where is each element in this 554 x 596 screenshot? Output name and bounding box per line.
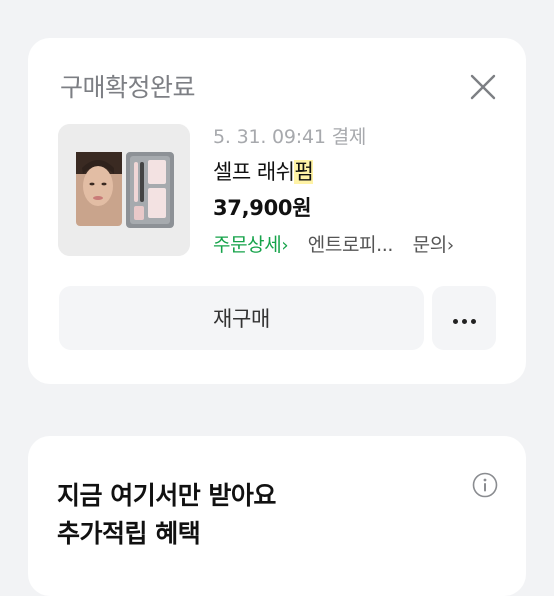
product-name-highlight: 펌 xyxy=(294,160,314,184)
chevron-right-icon: › xyxy=(281,235,289,256)
inquiry-link[interactable]: 문의› xyxy=(413,234,454,256)
product-image xyxy=(58,124,190,256)
order-detail-link[interactable]: 주문상세› xyxy=(213,234,289,256)
benefit-subheadline: 추가적립 혜택 xyxy=(57,519,201,548)
payment-date: 5. 31. 09:41 결제 xyxy=(213,126,367,148)
order-detail-label: 주문상세 xyxy=(213,234,282,256)
order-card: 구매확정완료 5. 31. 09:41 결제 셀프 래쉬펌 37,900원 주문… xyxy=(28,38,526,384)
chevron-right-icon: › xyxy=(446,235,454,256)
product-thumbnail[interactable] xyxy=(58,124,190,256)
info-icon[interactable] xyxy=(472,472,498,498)
order-status-title: 구매확정완료 xyxy=(60,73,196,102)
product-price: 37,900원 xyxy=(213,196,312,220)
more-options-button[interactable] xyxy=(432,286,496,350)
more-horizontal-icon xyxy=(451,309,478,328)
product-name[interactable]: 셀프 래쉬펌 xyxy=(213,156,314,186)
inquiry-label: 문의 xyxy=(412,234,448,256)
rebuy-button[interactable]: 재구매 xyxy=(59,286,424,350)
order-links: 주문상세› 엔트로피... 문의› xyxy=(213,230,454,257)
seller-link[interactable]: 엔트로피... xyxy=(308,234,394,256)
close-icon[interactable] xyxy=(468,72,498,102)
benefit-headline: 지금 여기서만 받아요 xyxy=(57,481,276,510)
product-name-prefix: 셀프 래쉬 xyxy=(213,160,295,184)
benefit-card: 지금 여기서만 받아요 추가적립 혜택 xyxy=(28,436,526,596)
